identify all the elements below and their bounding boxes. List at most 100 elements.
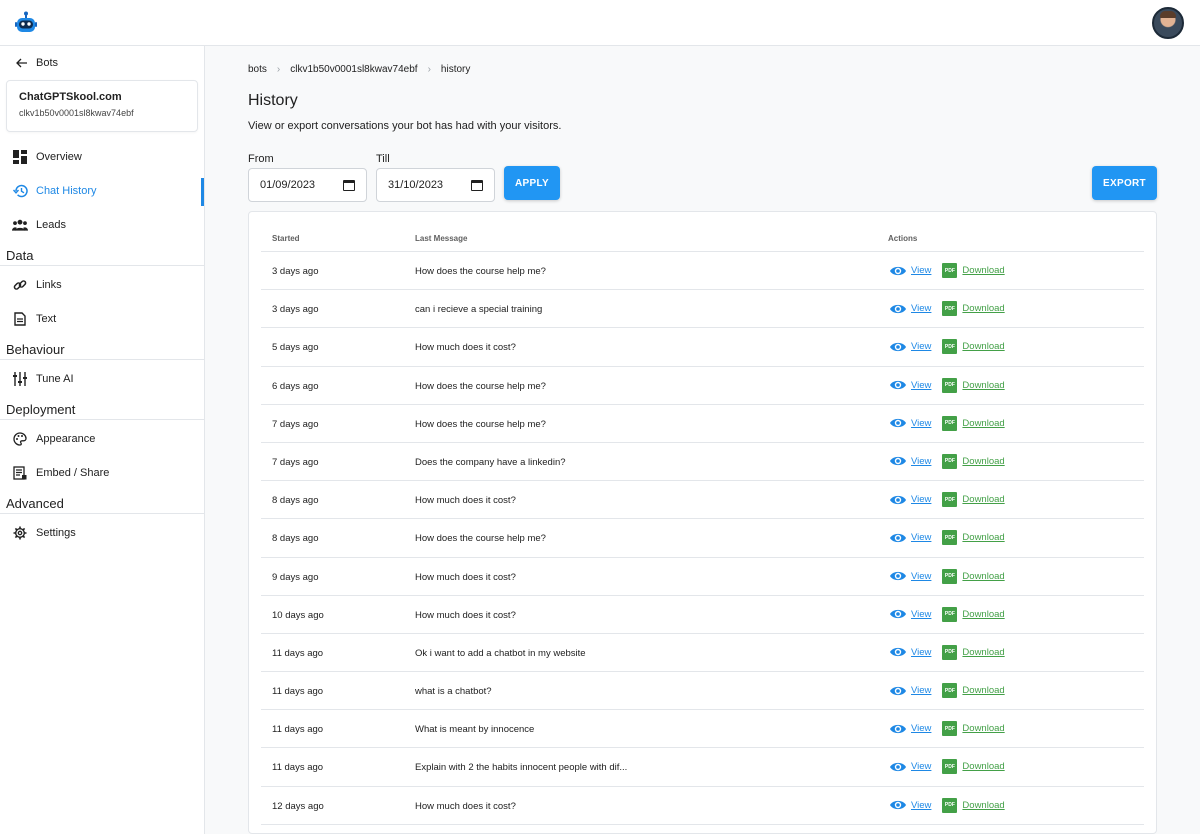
view-link[interactable]: View: [911, 647, 931, 658]
view-link[interactable]: View: [911, 494, 931, 505]
breadcrumb-bot-id[interactable]: clkv1b50v0001sl8kwav74ebf: [290, 64, 417, 75]
pdf-icon[interactable]: PDF: [942, 453, 958, 469]
sidebar-item-embed-share[interactable]: Embed / Share: [0, 456, 204, 490]
sidebar-item-label: Overview: [36, 151, 82, 163]
pdf-icon[interactable]: PDF: [942, 339, 958, 355]
section-heading-deployment: Deployment: [0, 396, 204, 420]
download-link[interactable]: Download: [962, 418, 1004, 429]
view-link[interactable]: View: [911, 685, 931, 696]
pdf-icon[interactable]: PDF: [942, 797, 958, 813]
pdf-icon[interactable]: PDF: [942, 606, 958, 622]
pdf-icon[interactable]: PDF: [942, 644, 958, 660]
view-link[interactable]: View: [911, 303, 931, 314]
sidebar-item-appearance[interactable]: Appearance: [0, 422, 204, 456]
view-link[interactable]: View: [911, 380, 931, 391]
breadcrumb-bots[interactable]: bots: [248, 64, 267, 75]
sidebar-item-tune-ai[interactable]: Tune AI: [0, 362, 204, 396]
view-link[interactable]: View: [911, 800, 931, 811]
eye-icon[interactable]: [889, 761, 907, 773]
download-link[interactable]: Download: [962, 723, 1004, 734]
download-link[interactable]: Download: [962, 303, 1004, 314]
sidebar-item-overview[interactable]: Overview: [0, 140, 204, 174]
download-link[interactable]: Download: [962, 571, 1004, 582]
started-cell: 12 days ago: [272, 800, 324, 812]
eye-icon[interactable]: [889, 646, 907, 658]
eye-icon[interactable]: [889, 265, 907, 277]
pdf-icon[interactable]: PDF: [942, 415, 958, 431]
download-link[interactable]: Download: [962, 532, 1004, 543]
column-header-started: Started: [272, 234, 300, 243]
view-link[interactable]: View: [911, 761, 931, 772]
started-cell: 6 days ago: [272, 380, 319, 392]
bot-card[interactable]: ChatGPTSkool.com clkv1b50v0001sl8kwav74e…: [6, 80, 198, 132]
view-link[interactable]: View: [911, 265, 931, 276]
download-link[interactable]: Download: [962, 761, 1004, 772]
last-message-cell: How much does it cost?: [415, 571, 516, 583]
started-cell: 11 days ago: [272, 647, 324, 659]
download-link[interactable]: Download: [962, 265, 1004, 276]
table-row: 11 days ago What is meant by innocence V…: [261, 710, 1144, 749]
document-icon: [12, 311, 28, 327]
from-date-input[interactable]: 01/09/2023: [248, 168, 367, 202]
eye-icon[interactable]: [889, 455, 907, 467]
apply-button[interactable]: APPLY: [504, 166, 560, 200]
eye-icon[interactable]: [889, 379, 907, 391]
download-link[interactable]: Download: [962, 380, 1004, 391]
sidebar-item-text[interactable]: Text: [0, 302, 204, 336]
eye-icon[interactable]: [889, 303, 907, 315]
pdf-icon[interactable]: PDF: [942, 263, 958, 278]
pdf-icon[interactable]: PDF: [942, 301, 958, 317]
download-link[interactable]: Download: [962, 456, 1004, 467]
view-link[interactable]: View: [911, 456, 931, 467]
eye-icon[interactable]: [889, 799, 907, 811]
export-button[interactable]: EXPORT: [1092, 166, 1157, 200]
calendar-icon[interactable]: [343, 179, 355, 191]
eye-icon[interactable]: [889, 608, 907, 620]
eye-icon[interactable]: [889, 532, 907, 544]
till-date-input[interactable]: 31/10/2023: [376, 168, 495, 202]
back-label: Bots: [36, 56, 59, 69]
pdf-icon[interactable]: PDF: [942, 683, 958, 699]
calendar-icon[interactable]: [471, 179, 483, 191]
view-link[interactable]: View: [911, 418, 931, 429]
view-link[interactable]: View: [911, 723, 931, 734]
sidebar-item-settings[interactable]: Settings: [0, 516, 204, 550]
actions-cell: View PDF Download: [889, 453, 1005, 469]
top-app-bar: [0, 0, 1200, 46]
actions-cell: View PDF Download: [889, 797, 1005, 813]
eye-icon[interactable]: [889, 417, 907, 429]
eye-icon[interactable]: [889, 570, 907, 582]
eye-icon[interactable]: [889, 341, 907, 353]
user-avatar[interactable]: [1152, 6, 1184, 39]
sidebar-item-leads[interactable]: Leads: [0, 208, 204, 242]
sidebar-item-label: Tune AI: [36, 373, 74, 385]
sidebar-item-links[interactable]: Links: [0, 268, 204, 302]
eye-icon[interactable]: [889, 685, 907, 697]
pdf-icon[interactable]: PDF: [942, 759, 958, 775]
view-link[interactable]: View: [911, 532, 931, 543]
view-link[interactable]: View: [911, 571, 931, 582]
download-link[interactable]: Download: [962, 609, 1004, 620]
actions-cell: View PDF Download: [889, 759, 1005, 775]
download-link[interactable]: Download: [962, 800, 1004, 811]
pdf-icon[interactable]: PDF: [942, 530, 958, 546]
eye-icon[interactable]: [889, 723, 907, 735]
table-header: Started Last Message Actions: [261, 212, 1144, 252]
bot-logo-icon[interactable]: [14, 11, 38, 35]
last-message-cell: How does the course help me?: [415, 533, 546, 545]
download-link[interactable]: Download: [962, 494, 1004, 505]
view-link[interactable]: View: [911, 341, 931, 352]
pdf-icon[interactable]: PDF: [942, 568, 958, 584]
back-to-bots-link[interactable]: Bots: [0, 46, 204, 79]
pdf-icon[interactable]: PDF: [942, 377, 958, 393]
pdf-icon[interactable]: PDF: [942, 721, 958, 737]
eye-icon[interactable]: [889, 494, 907, 506]
download-link[interactable]: Download: [962, 685, 1004, 696]
view-link[interactable]: View: [911, 609, 931, 620]
started-cell: 8 days ago: [272, 533, 319, 545]
sidebar-item-chat-history[interactable]: Chat History: [0, 174, 204, 208]
download-link[interactable]: Download: [962, 341, 1004, 352]
download-link[interactable]: Download: [962, 647, 1004, 658]
pdf-icon[interactable]: PDF: [942, 492, 958, 508]
actions-cell: View PDF Download: [889, 492, 1005, 508]
